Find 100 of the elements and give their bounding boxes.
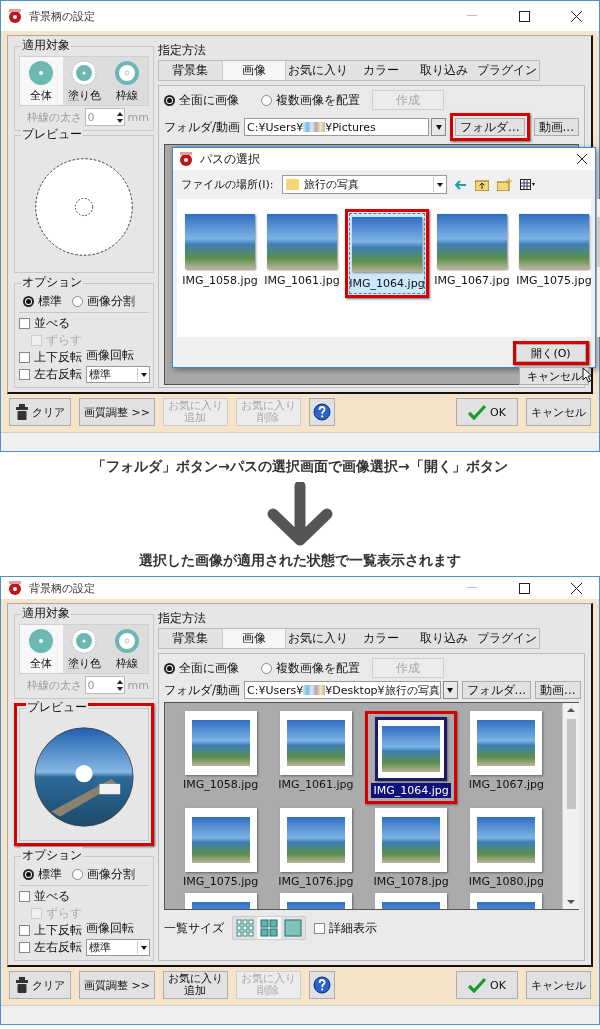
- group-label: 適用対象: [21, 37, 71, 54]
- photo-placeholder: [185, 214, 255, 269]
- redaction-mark: [303, 122, 326, 132]
- method-label: 指定方法: [158, 610, 207, 627]
- radio-button[interactable]: 複数画像を配置: [261, 91, 360, 109]
- down-arrow-icon: [267, 482, 333, 546]
- file-item[interactable]: IMG_1064.jpg: [348, 212, 426, 295]
- rotation-label: 画像回転: [86, 920, 135, 937]
- window-title: 背景柄の設定: [29, 8, 95, 24]
- checkmark-icon: [468, 977, 487, 993]
- tab[interactable]: プラグイン: [475, 629, 539, 648]
- radio-button[interactable]: 全面に画像: [164, 91, 239, 109]
- method-label: 指定方法: [158, 42, 207, 59]
- target-button[interactable]: 枠線: [105, 625, 148, 673]
- tab[interactable]: 画像: [221, 629, 286, 648]
- close-icon[interactable]: [577, 154, 587, 164]
- footer-button[interactable]: OK: [456, 398, 518, 426]
- checkbox[interactable]: 左右反転: [19, 366, 82, 383]
- photo-placeholder: [382, 817, 441, 863]
- up-folder-icon[interactable]: [474, 178, 489, 191]
- radio-button[interactable]: 標準: [23, 293, 62, 310]
- footer-button[interactable]: OK: [456, 971, 518, 999]
- footer-button[interactable]: クリア: [9, 971, 71, 999]
- footer-button[interactable]: クリア: [9, 398, 71, 426]
- dropdown-button[interactable]: [431, 118, 447, 136]
- disc-icon: [28, 60, 55, 86]
- list-size-button[interactable]: [281, 917, 305, 939]
- file-item[interactable]: IMG_1058.jpg: [181, 209, 259, 292]
- location-dropdown[interactable]: 旅行の写真: [281, 175, 447, 194]
- target-button[interactable]: 全体: [20, 57, 63, 105]
- tab[interactable]: お気に入り: [286, 629, 350, 648]
- target-button[interactable]: 塗り色: [62, 625, 106, 673]
- dialog-button[interactable]: キャンセル: [519, 367, 589, 385]
- group-label: プレビュー: [21, 126, 83, 143]
- tab[interactable]: 取り込み: [412, 61, 475, 80]
- file-item[interactable]: IMG_1061.jpg: [263, 209, 341, 292]
- photo-placeholder: [382, 726, 441, 772]
- checkbox[interactable]: 上下反転: [19, 922, 82, 939]
- cursor-icon: [582, 367, 593, 383]
- tab[interactable]: カラー: [350, 629, 413, 648]
- photo-placeholder: [519, 214, 589, 269]
- target-button[interactable]: 全体: [20, 625, 63, 673]
- file-item[interactable]: IMG_1075.jpg: [515, 209, 593, 292]
- checkbox[interactable]: 並べる: [19, 888, 82, 905]
- path-field[interactable]: C:¥Users¥ ¥Pictures: [244, 118, 430, 136]
- checkbox[interactable]: 並べる: [19, 315, 82, 332]
- footer-button[interactable]: 画質調整 >>: [79, 971, 155, 999]
- folder-label: フォルダ/動画: [164, 681, 241, 699]
- list-size-button[interactable]: [257, 917, 281, 939]
- tab[interactable]: プラグイン: [475, 61, 539, 80]
- footer-button[interactable]: キャンセル: [526, 398, 591, 426]
- rotation-dropdown[interactable]: 標準: [86, 939, 150, 956]
- scrollbar[interactable]: [562, 703, 579, 909]
- photo-placeholder: [477, 817, 536, 863]
- close-icon[interactable]: [570, 10, 582, 22]
- redaction-mark: [303, 685, 326, 695]
- close-icon[interactable]: [570, 582, 582, 594]
- help-button[interactable]: [308, 971, 335, 999]
- footer-button[interactable]: 画質調整 >>: [79, 398, 155, 426]
- browse-button[interactable]: フォルダ...: [455, 118, 525, 136]
- checkbox[interactable]: 左右反転: [19, 939, 82, 956]
- dropdown-button[interactable]: [442, 681, 458, 699]
- photo-placeholder: [191, 817, 250, 863]
- disc-icon: [71, 60, 97, 86]
- view-menu-icon[interactable]: [519, 179, 538, 190]
- radio-button[interactable]: 複数画像を配置: [261, 659, 360, 677]
- list-size-label: 一覧サイズ: [164, 919, 224, 937]
- footer-button[interactable]: キャンセル: [526, 971, 591, 999]
- browse-button[interactable]: 動画...: [533, 118, 579, 136]
- footer-button[interactable]: お気に入り 追加: [162, 971, 228, 999]
- path-field[interactable]: C:¥Users¥ ¥Desktop¥旅行の写真: [244, 681, 441, 699]
- browse-button[interactable]: 動画...: [535, 681, 581, 699]
- tab[interactable]: 画像: [221, 61, 286, 80]
- rotation-dropdown[interactable]: 標準: [86, 366, 150, 383]
- radio-button[interactable]: 全面に画像: [164, 659, 239, 677]
- maximize-icon[interactable]: [518, 10, 530, 22]
- maximize-icon[interactable]: [518, 582, 530, 594]
- photo-placeholder: [191, 720, 250, 766]
- browse-button[interactable]: フォルダ...: [461, 681, 532, 699]
- radio-button[interactable]: 画像分割: [72, 293, 135, 310]
- list-size-button[interactable]: [233, 917, 257, 939]
- group-label: 適用対象: [21, 605, 71, 622]
- radio-button[interactable]: 標準: [23, 866, 62, 883]
- help-button[interactable]: [308, 398, 335, 426]
- checkbox[interactable]: 詳細表示: [314, 919, 377, 937]
- radio-button[interactable]: 画像分割: [72, 866, 135, 883]
- tab[interactable]: カラー: [350, 61, 413, 80]
- tab[interactable]: 取り込み: [412, 629, 475, 648]
- tab[interactable]: 背景集: [159, 61, 222, 80]
- app-icon: [178, 151, 194, 167]
- checkbox[interactable]: 上下反転: [19, 349, 82, 366]
- tab[interactable]: 背景集: [159, 629, 222, 648]
- target-button[interactable]: 枠線: [105, 57, 148, 105]
- file-item[interactable]: IMG_1067.jpg: [433, 209, 511, 292]
- back-arrow-icon[interactable]: [454, 179, 467, 190]
- window-title: 背景柄の設定: [29, 580, 95, 596]
- target-button[interactable]: 塗り色: [62, 57, 106, 105]
- dialog-button[interactable]: 開く(O): [516, 344, 586, 362]
- app-icon: [7, 580, 23, 596]
- tab[interactable]: お気に入り: [286, 61, 350, 80]
